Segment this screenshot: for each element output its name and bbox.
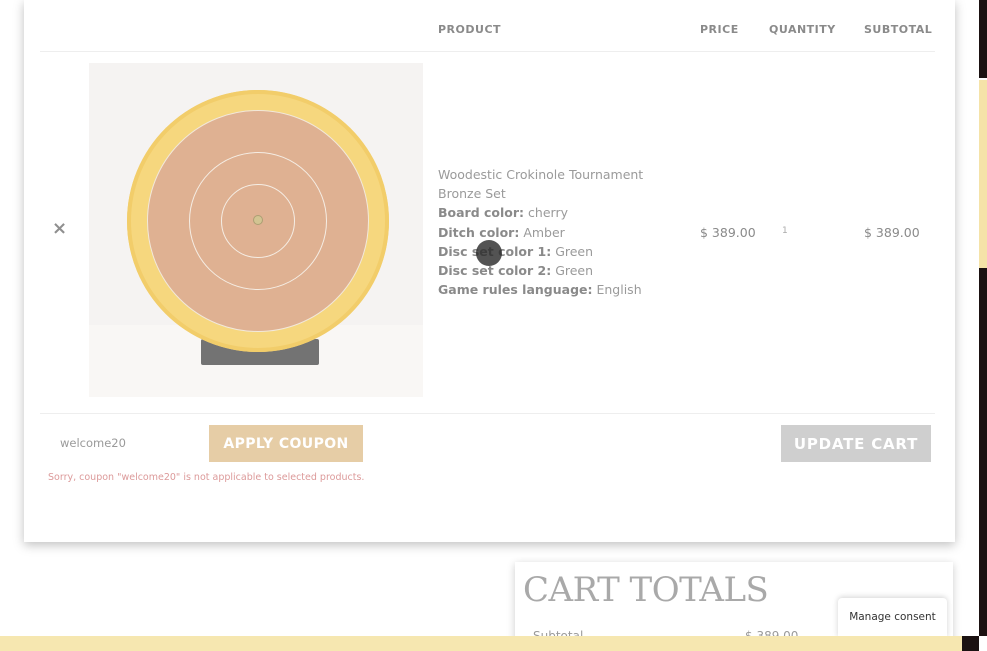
- attribute-value: Green: [555, 263, 594, 279]
- coupon-error-message: Sorry, coupon "welcome20" is not applica…: [48, 472, 365, 483]
- row-divider: [40, 413, 935, 414]
- manage-consent-button[interactable]: Manage consent: [838, 598, 947, 638]
- strip-gold-panel: [979, 80, 987, 268]
- attribute-label: Ditch color:: [438, 224, 520, 240]
- attribute-game-rules-language: Game rules language: English: [438, 280, 678, 299]
- quantity-input[interactable]: 1: [782, 226, 788, 236]
- product-thumbnail[interactable]: [89, 63, 423, 397]
- cart-totals-title: CART TOTALS: [523, 570, 769, 610]
- header-price: PRICE: [700, 23, 739, 36]
- header-quantity: QUANTITY: [769, 23, 836, 36]
- header-divider: [40, 51, 935, 52]
- right-edge-strip: [979, 0, 987, 651]
- coupon-code-input[interactable]: [60, 428, 200, 458]
- attribute-value: Green: [555, 243, 594, 259]
- attribute-ditch-color: Ditch color: Amber: [438, 223, 678, 242]
- attribute-label: Disc set color 2:: [438, 263, 552, 279]
- attribute-disc-set-color-1: Disc set color 1: Green: [438, 242, 678, 261]
- attribute-disc-set-color-2: Disc set color 2: Green: [438, 261, 678, 280]
- attribute-value: Amber: [523, 224, 565, 240]
- attribute-label: Board color:: [438, 205, 525, 221]
- mouse-cursor-indicator: [476, 240, 502, 266]
- header-subtotal: SUBTOTAL: [864, 23, 933, 36]
- bottom-right-corner: [962, 636, 987, 651]
- product-details: Woodestic Crokinole Tournament Bronze Se…: [438, 165, 678, 299]
- header-product: PRODUCT: [438, 23, 502, 36]
- attribute-value: English: [596, 282, 642, 298]
- item-subtotal: $ 389.00: [864, 225, 920, 240]
- item-price: $ 389.00: [700, 225, 756, 240]
- product-name-link[interactable]: Woodestic Crokinole Tournament Bronze Se…: [438, 165, 678, 203]
- cart-table-card: PRODUCT PRICE QUANTITY SUBTOTAL × Woodes…: [24, 0, 955, 542]
- remove-item-icon[interactable]: ×: [52, 220, 67, 238]
- update-cart-button[interactable]: UPDATE CART: [781, 425, 931, 462]
- attribute-value: cherry: [528, 205, 568, 221]
- attribute-label: Game rules language:: [438, 282, 593, 298]
- apply-coupon-button[interactable]: APPLY COUPON: [209, 425, 363, 462]
- thumbnail-overlay: [89, 63, 423, 397]
- attribute-board-color: Board color: cherry: [438, 203, 678, 222]
- corner-block: [962, 636, 979, 651]
- bottom-accent-bar: [0, 636, 962, 651]
